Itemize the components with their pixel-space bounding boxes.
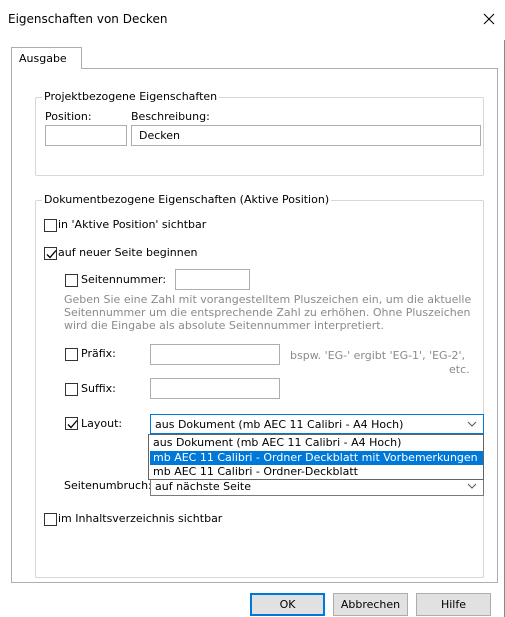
chevron-down-icon [467,421,477,427]
page-number-input[interactable] [175,269,250,290]
description-input[interactable]: Decken [131,125,481,146]
suffix-input[interactable] [150,378,280,399]
page-break-label: Seitenumbruch: [64,479,152,492]
properties-dialog: Eigenschaften von Decken Ausgabe Projekt… [0,0,505,617]
prefix-hint: etc. [449,363,470,376]
tab-ausgabe[interactable]: Ausgabe [11,47,82,70]
new-page-checkbox[interactable] [44,247,57,260]
toc-checkbox[interactable] [44,513,57,526]
ok-button[interactable]: OK [250,593,325,616]
dropdown-option[interactable]: mb AEC 11 Calibri - Ordner-Deckblatt [150,465,483,479]
suffix-label: Suffix: [81,382,116,395]
prefix-input[interactable] [150,344,280,365]
toc-label: im Inhaltsverzeichnis sichtbar [58,512,223,525]
visible-active-checkbox[interactable] [44,219,57,232]
layout-select-value: aus Dokument (mb AEC 11 Calibri - A4 Hoc… [155,418,404,431]
layout-label: Layout: [81,417,123,430]
layout-checkbox[interactable] [65,417,78,430]
dropdown-option[interactable]: mb AEC 11 Calibri - Ordner Deckblatt mit… [150,451,483,465]
page-break-select-value: auf nächste Seite [155,480,252,493]
checkmark-icon [46,250,57,259]
prefix-label: Präfix: [81,347,116,360]
visible-active-label: in 'Aktive Position' sichtbar [58,218,207,231]
page-number-checkbox[interactable] [65,274,78,287]
checkmark-icon [67,420,78,429]
layout-select[interactable]: aus Dokument (mb AEC 11 Calibri - A4 Hoc… [150,414,484,434]
title-bar: Eigenschaften von Decken [0,0,505,40]
close-icon[interactable] [480,10,498,28]
prefix-checkbox[interactable] [65,348,78,361]
dropdown-option[interactable]: aus Dokument (mb AEC 11 Calibri - A4 Hoc… [150,436,483,450]
window-title: Eigenschaften von Decken [8,12,168,26]
help-text-line: Geben Sie eine Zahl mit vorangestelltem … [64,293,472,306]
new-page-label: auf neuer Seite beginnen [58,246,198,259]
help-text-line: Seitennummer um die entsprechende Zahl z… [64,306,471,319]
description-label: Beschreibung: [131,110,210,123]
group-legend: Dokumentbezogene Eigenschaften (Aktive P… [42,193,332,206]
suffix-checkbox[interactable] [65,383,78,396]
cancel-button[interactable]: Abbrechen [333,593,408,616]
chevron-down-icon [467,483,477,489]
tab-label: Ausgabe [19,52,67,65]
group-legend: Projektbezogene Eigenschaften [42,90,220,103]
prefix-hint: bspw. 'EG-' ergibt 'EG-1', 'EG-2', [290,349,466,362]
page-number-label: Seitennummer: [81,273,167,286]
layout-dropdown-list: aus Dokument (mb AEC 11 Calibri - A4 Hoc… [148,434,484,480]
position-label: Position: [45,110,92,123]
help-text-line: wird die Eingabe als absolute Seitennumm… [64,319,385,332]
position-input[interactable] [45,125,127,146]
help-button[interactable]: Hilfe [416,593,491,616]
